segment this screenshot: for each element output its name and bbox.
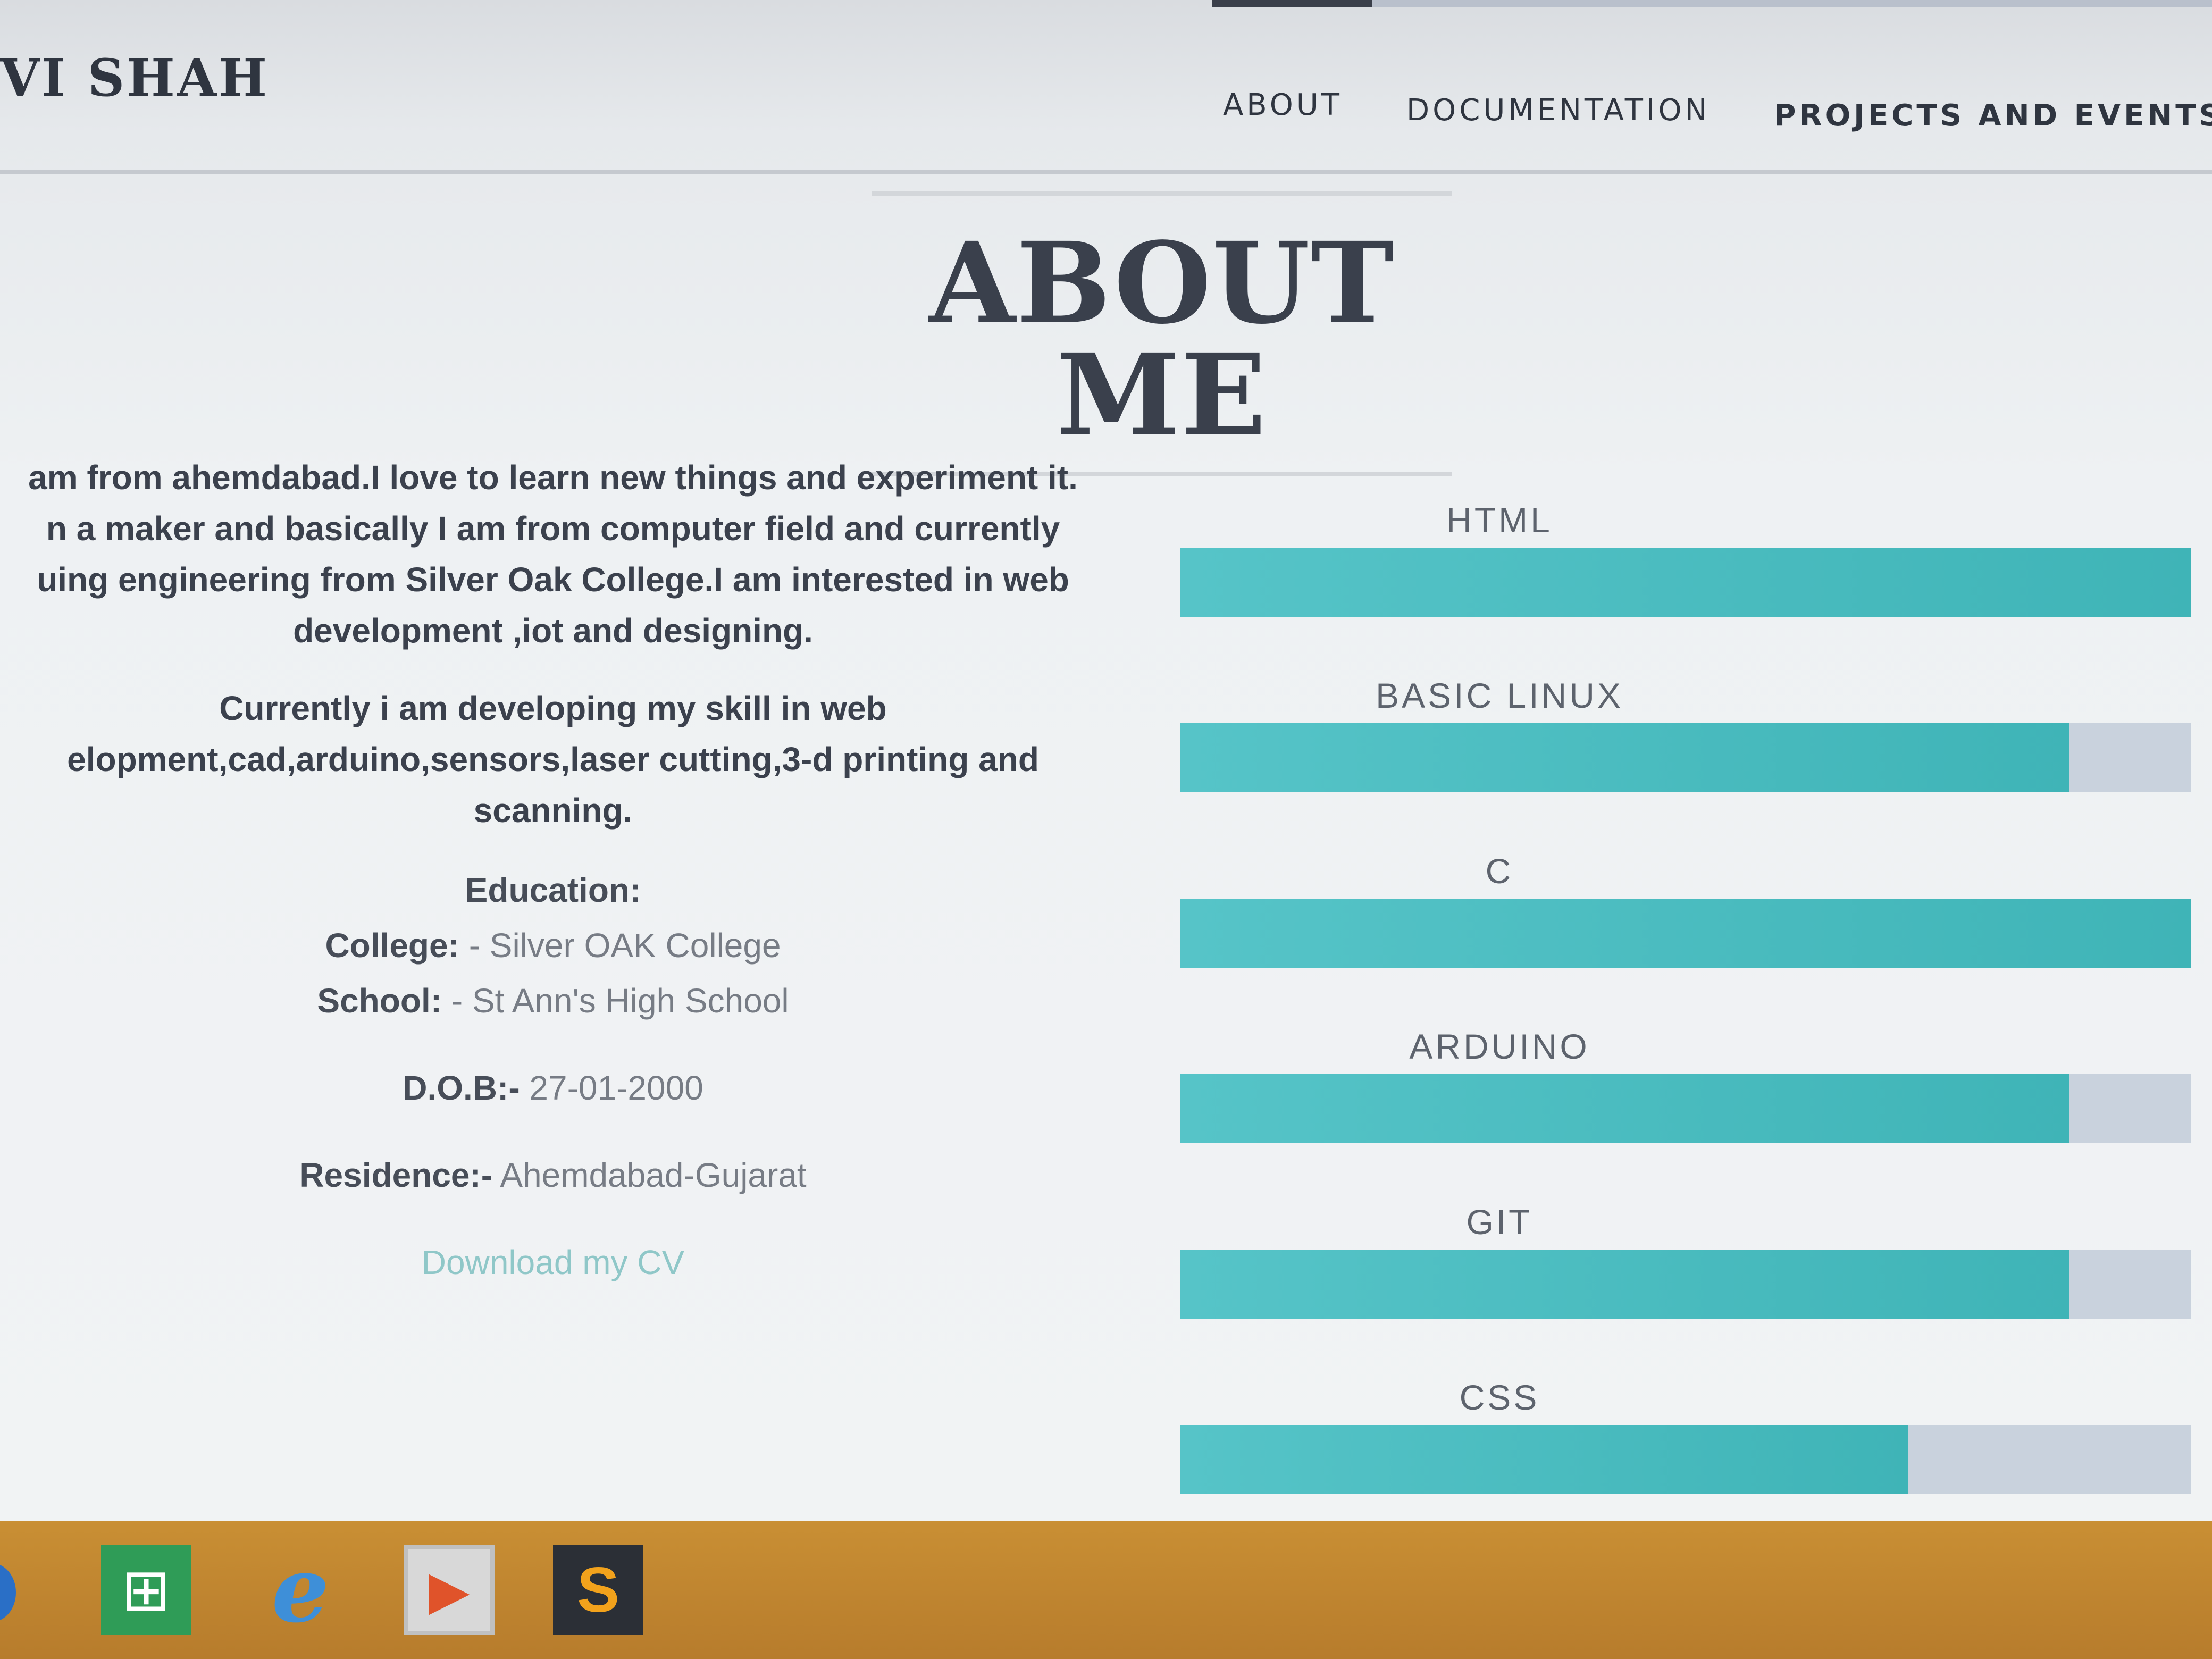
sublime-text-icon[interactable]: S xyxy=(553,1545,643,1635)
skill-progress-track xyxy=(1180,548,2191,617)
page-title: ABOUT ME xyxy=(928,217,1395,460)
skill-progress-fill xyxy=(1180,1250,2069,1319)
skill-label: GIT xyxy=(1466,1202,1533,1242)
skill-progress-fill xyxy=(1180,1074,2069,1143)
skill-label: HTML xyxy=(1446,500,1553,540)
about-section: am from ahemdabad.I love to learn new th… xyxy=(0,452,1127,1322)
download-row: Download my CV xyxy=(0,1235,1127,1290)
skill-progress-track xyxy=(1180,1074,2191,1143)
tab-indicator xyxy=(1212,0,1372,7)
top-bar-strip xyxy=(1372,0,2212,7)
intro-paragraph: am from ahemdabad.I love to learn new th… xyxy=(0,452,1127,656)
college-value: - Silver OAK College xyxy=(468,926,781,965)
site-brand[interactable]: VI SHAH xyxy=(0,48,269,108)
download-cv-link[interactable]: Download my CV xyxy=(422,1243,684,1281)
skills-line: Currently i am developing my skill in we… xyxy=(219,689,887,727)
skills-line: elopment,cad,arduino,sensors,laser cutti… xyxy=(67,740,1039,778)
skill-label: C xyxy=(1485,851,1514,891)
browser-viewport: VI SHAH ABOUT DOCUMENTATION PROJECTS AND… xyxy=(0,0,2212,1521)
skill-progress-track xyxy=(1180,899,2191,968)
internet-explorer-icon[interactable]: e xyxy=(255,1537,346,1643)
skill-progress-track xyxy=(1180,1425,2191,1494)
school-label: School: xyxy=(317,982,442,1020)
residence-value: Ahemdabad-Gujarat xyxy=(500,1156,807,1194)
college-label: College: xyxy=(325,926,459,965)
skill-row: GIT xyxy=(1180,1191,2212,1367)
title-divider-top xyxy=(872,191,1452,196)
intro-line: n a maker and basically I am from comput… xyxy=(46,509,1060,548)
skills-section: HTML BASIC LINUX C ARDUINO GIT CSS xyxy=(1180,489,2212,1521)
intro-line: am from ahemdabad.I love to learn new th… xyxy=(28,458,1078,497)
school-value: - St Ann's High School xyxy=(451,982,789,1020)
windows-taskbar: ⊞ e ▶ S xyxy=(0,1521,2212,1659)
start-button-icon[interactable] xyxy=(0,1563,16,1622)
store-icon[interactable]: ⊞ xyxy=(101,1545,191,1635)
skill-progress-fill xyxy=(1180,723,2069,792)
nav-item-projects-and-events[interactable]: PROJECTS AND EVENTS xyxy=(1774,98,2212,133)
site-navbar: VI SHAH ABOUT DOCUMENTATION PROJECTS AND… xyxy=(0,11,2212,174)
dob-row: D.O.B:- 27-01-2000 xyxy=(0,1060,1127,1116)
education-block: Education: College: - Silver OAK College… xyxy=(0,862,1127,1028)
residence-row: Residence:- Ahemdabad-Gujarat xyxy=(0,1147,1127,1203)
residence-label: Residence:- xyxy=(299,1156,493,1194)
skill-row: BASIC LINUX xyxy=(1180,665,2212,840)
intro-line: uing engineering from Silver Oak College… xyxy=(37,560,1069,599)
skill-row: HTML xyxy=(1180,489,2212,665)
skill-progress-track xyxy=(1180,1250,2191,1319)
skill-row: CSS xyxy=(1180,1367,2212,1521)
college-row: College: - Silver OAK College xyxy=(0,918,1127,973)
dob-value: 27-01-2000 xyxy=(529,1069,703,1107)
skill-row: C xyxy=(1180,840,2212,1016)
page-title-block: ABOUT ME xyxy=(872,191,1452,476)
skill-label: ARDUINO xyxy=(1409,1027,1590,1066)
media-player-icon[interactable]: ▶ xyxy=(404,1545,495,1635)
skill-progress-track xyxy=(1180,723,2191,792)
intro-line: development ,iot and designing. xyxy=(293,611,813,650)
nav-item-about[interactable]: ABOUT xyxy=(1223,88,1343,133)
skills-paragraph: Currently i am developing my skill in we… xyxy=(0,683,1127,836)
skill-label: CSS xyxy=(1459,1378,1540,1417)
skill-progress-fill xyxy=(1180,899,2191,968)
skill-row: ARDUINO xyxy=(1180,1016,2212,1191)
skills-line: scanning. xyxy=(473,791,633,830)
school-row: School: - St Ann's High School xyxy=(0,973,1127,1028)
skill-progress-fill xyxy=(1180,1425,1908,1494)
nav-item-documentation[interactable]: DOCUMENTATION xyxy=(1406,93,1710,133)
main-nav: ABOUT DOCUMENTATION PROJECTS AND EVENTS xyxy=(1223,88,2212,133)
education-heading: Education: xyxy=(465,871,641,909)
skill-label: BASIC LINUX xyxy=(1376,676,1623,715)
dob-label: D.O.B:- xyxy=(403,1069,520,1107)
skill-progress-fill xyxy=(1180,548,2191,617)
